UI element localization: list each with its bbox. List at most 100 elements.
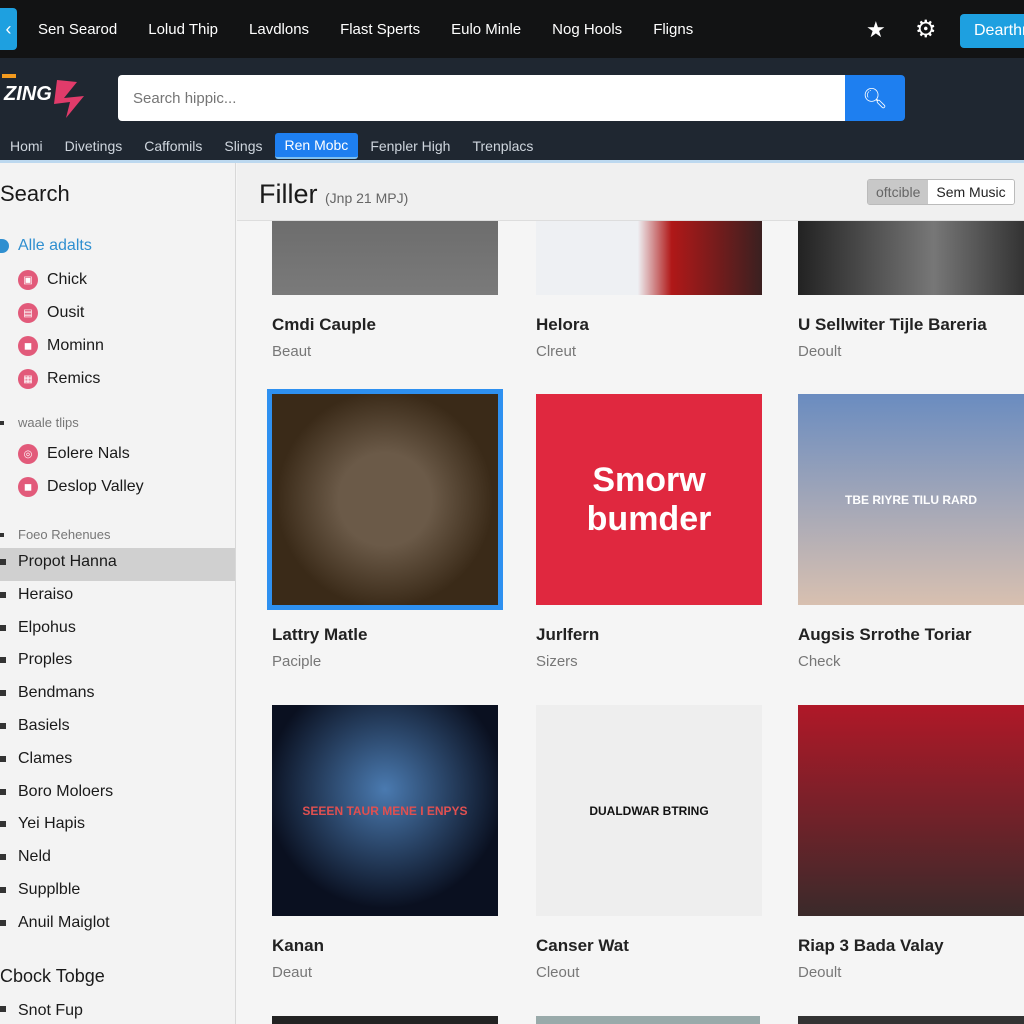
account-button[interactable]: Dearthr <box>960 14 1024 48</box>
sidebar-item[interactable]: ◼ Mominn <box>18 336 104 356</box>
album-subtitle: Check <box>798 653 841 670</box>
sidebar-footer-title: Cbock Tobge <box>0 966 105 986</box>
filter-all[interactable]: Alle adalts <box>0 237 92 255</box>
sidebar-item[interactable]: Snot Fup <box>18 1002 83 1020</box>
album-title[interactable]: Lattry Matle <box>272 625 498 645</box>
bullet-icon <box>0 887 6 893</box>
nav-link[interactable]: Fligns <box>653 21 693 38</box>
item-label: Ousit <box>47 304 85 321</box>
album-title[interactable]: Kanan <box>272 936 498 956</box>
sidebar-item[interactable]: Bendmans <box>18 684 95 702</box>
category-icon: ▦ <box>18 369 38 389</box>
bullet-icon <box>0 1006 6 1012</box>
tab[interactable]: Divetings <box>55 134 133 158</box>
sidebar-title: Search <box>0 181 70 206</box>
album-art[interactable] <box>272 221 498 295</box>
toggle-option[interactable]: Sem Music <box>928 180 1014 204</box>
nav-link[interactable]: Eulo Minle <box>451 21 521 38</box>
svg-text:ZING: ZING <box>3 83 52 105</box>
album-card[interactable]: TBE RIYRE TILU RARD Augsis Srrothe Toriar… <box>798 394 1024 670</box>
category-icon: ◎ <box>18 444 38 464</box>
album-title[interactable]: Jurlfern <box>536 625 762 645</box>
bullet-icon <box>0 657 6 664</box>
tab[interactable]: Caffomils <box>134 134 212 158</box>
gear-icon[interactable]: ⚙ <box>915 15 937 44</box>
album-title[interactable]: Augsis Srrothe Toriar <box>798 625 1024 645</box>
back-button[interactable]: ‹ <box>0 8 17 50</box>
tab[interactable]: Trenplacs <box>462 134 543 158</box>
album-card[interactable]: Riap 3 Bada Valay Deoult <box>798 705 1024 981</box>
album-subtitle: Clreut <box>536 343 577 360</box>
tab-active[interactable]: Ren Mobc <box>274 133 359 159</box>
tab[interactable]: Fenpler High <box>360 134 460 158</box>
album-card[interactable]: DUALDWAR BTRING Canser Wat Cleout <box>536 705 762 981</box>
sidebar-item[interactable]: Anuil Maiglot <box>18 914 110 932</box>
tab[interactable]: Slings <box>214 134 272 158</box>
search-icon: 🔍︎ <box>862 87 888 110</box>
bullet-icon <box>0 559 6 565</box>
tab[interactable]: Homi <box>0 134 53 158</box>
sidebar-item[interactable]: ▣ Chick <box>18 270 87 290</box>
nav-link[interactable]: Flast Sperts <box>340 21 420 38</box>
album-card[interactable]: Cmdi Cauple Beaut <box>272 221 498 360</box>
sidebar-item[interactable]: Elpohus <box>18 619 76 637</box>
sidebar-item[interactable]: Supplble <box>18 881 80 899</box>
nav-link[interactable]: Sen Searod <box>38 21 117 38</box>
album-art-text: Smorw bumder <box>586 460 712 538</box>
item-label: Remics <box>47 370 101 387</box>
album-art-text: DUALDWAR BTRING <box>589 803 709 818</box>
item-label: Supplble <box>18 881 81 898</box>
star-icon[interactable]: ★ <box>866 17 886 43</box>
album-art[interactable]: TBE RIYRE TILU RARD <box>798 394 1024 605</box>
bullet-icon <box>0 624 6 631</box>
item-label: Clames <box>18 749 73 767</box>
sidebar-item[interactable]: Yei Hapis <box>18 815 85 833</box>
album-subtitle: Paciple <box>272 653 322 670</box>
album-subtitle: Deoult <box>798 343 842 360</box>
album-art[interactable]: BLASE <box>536 221 762 295</box>
album-art[interactable]: DUALDWAR BTRING <box>536 705 762 916</box>
album-title[interactable]: Helora <box>536 315 762 335</box>
album-title[interactable]: Riap 3 Bada Valay <box>798 936 1024 956</box>
logo[interactable]: ZING <box>2 70 92 120</box>
album-art[interactable] <box>798 221 1024 295</box>
album-art[interactable]: Smorw bumder <box>536 394 762 605</box>
album-art[interactable]: SEEEN TAUR MENE I ENPYS <box>272 705 498 916</box>
album-art[interactable] <box>267 389 503 610</box>
sidebar-item[interactable]: Basiels <box>18 717 70 735</box>
album-art[interactable] <box>798 705 1024 916</box>
album-card[interactable]: SEEEN TAUR MENE I ENPYS Kanan Deaut <box>272 705 498 981</box>
nav-link[interactable]: Lavdlons <box>249 21 309 38</box>
sidebar-item[interactable]: Propot Hanna <box>18 553 117 571</box>
album-art-partial <box>536 1016 760 1024</box>
item-label: Propot Hanna <box>18 553 117 570</box>
album-title[interactable]: U Sellwiter Tijle Bareria <box>798 315 1024 335</box>
nav-link[interactable]: Lolud Thip <box>148 21 218 38</box>
album-card[interactable]: Smorw bumder Jurlfern Sizers <box>536 394 762 670</box>
album-grid: Cmdi Cauple Beaut BLASE Helora Clreut U Sellw… <box>237 221 1024 1024</box>
sidebar-item[interactable]: ▦ Remics <box>18 369 100 389</box>
page-title: Filler <box>259 179 318 209</box>
album-card[interactable]: Lattry Matle Paciple <box>267 389 503 670</box>
search-input[interactable] <box>118 75 845 121</box>
category-icon: ▤ <box>18 303 38 323</box>
sidebar-item[interactable]: ▤ Ousit <box>18 303 84 323</box>
bullet-icon <box>0 919 6 926</box>
album-subtitle: Beaut <box>272 343 312 360</box>
sidebar-item[interactable]: Clames <box>18 750 72 768</box>
sidebar-item[interactable]: ◼ Deslop Valley <box>18 477 144 497</box>
sidebar-item[interactable]: Proples <box>18 651 72 669</box>
sidebar-item[interactable]: Boro Moloers <box>18 783 113 801</box>
category-icon: ▣ <box>18 270 38 290</box>
sidebar-item[interactable]: ◎ Eolere Nals <box>18 444 130 464</box>
album-title[interactable]: Canser Wat <box>536 936 762 956</box>
album-subtitle: Deaut <box>272 964 313 981</box>
sidebar-item[interactable]: Heraiso <box>18 586 73 604</box>
album-card[interactable]: BLASE Helora Clreut <box>536 221 762 360</box>
nav-link[interactable]: Nog Hools <box>552 21 622 38</box>
album-card[interactable]: U Sellwiter Tijle Bareria Deoult <box>798 221 1024 360</box>
search-button[interactable]: 🔍︎ <box>845 75 905 121</box>
album-title[interactable]: Cmdi Cauple <box>272 315 498 335</box>
sidebar-item[interactable]: Neld <box>18 848 51 866</box>
toggle-option[interactable]: oftcible <box>868 180 929 204</box>
